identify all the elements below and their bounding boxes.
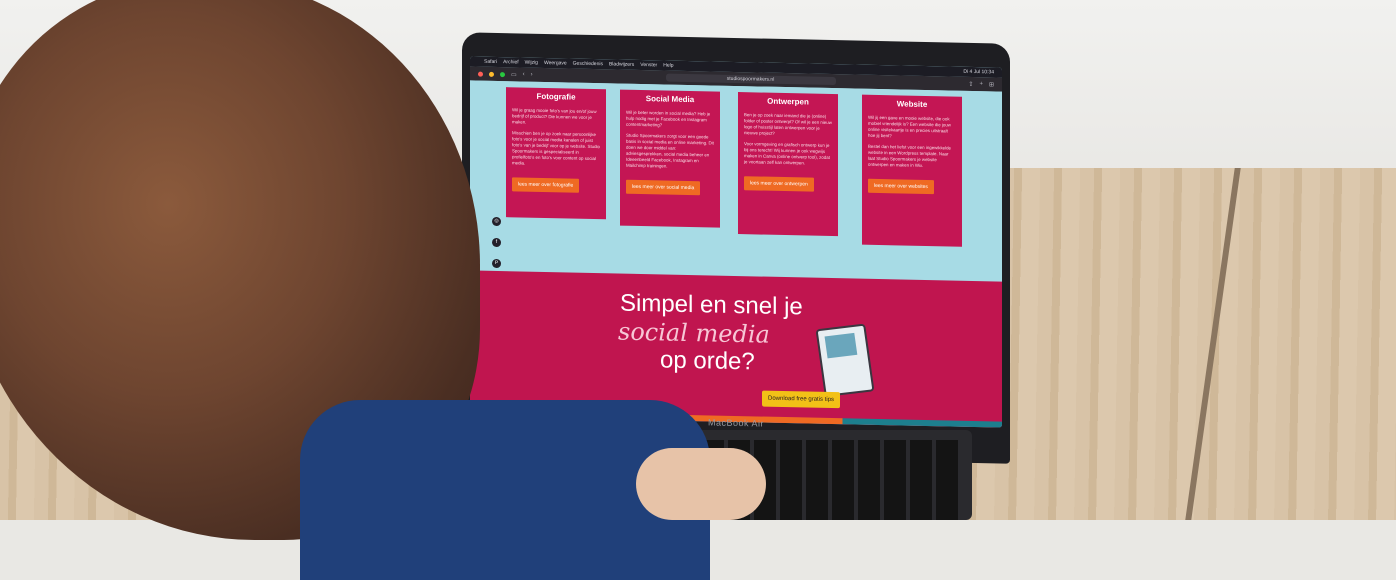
close-window-button[interactable] [478,71,483,77]
fotografie-cta-button[interactable]: lees meer over fotografie [512,177,580,193]
menubar-clock: Di 4 Jul 10:34 [963,68,994,76]
download-tips-button[interactable]: Download free gratis tips [762,390,841,409]
facebook-icon[interactable]: f [492,237,501,248]
sidebar-icon[interactable]: ▭ [511,71,517,78]
tablet-mockup-image [815,323,875,398]
card-text: Ben je op zoek naar iemand die je (onlin… [744,112,832,136]
share-icon[interactable]: ⇪ [968,80,973,87]
menu-item[interactable]: Safari [484,59,497,65]
card-title: Social Media [645,94,695,105]
laptop-screen: Safari Archief Wijzig Weergave Geschiede… [470,56,1002,428]
menu-item[interactable]: Venster [640,62,657,68]
service-card-ontwerpen: Ontwerpen Ben je op zoek naar iemand die… [738,92,838,237]
forward-icon[interactable]: › [531,72,533,78]
instagram-icon[interactable]: ◎ [492,216,501,227]
card-text: Bestel dan het liefst voor een ingewikke… [868,143,951,168]
card-text: Voor vormgeving en grafisch ontwerp kun … [744,141,830,166]
service-card-social-media: Social Media Wil je beter worden in soci… [620,89,720,228]
social-media-cta-button[interactable]: lees meer over social media [626,179,701,196]
menu-item[interactable]: Bladwijzers [609,61,634,68]
service-card-website: Website Wil jij een gave en mooie websit… [862,94,962,247]
promo-heading-line1: Simpel en snel je [620,289,803,321]
card-text: Studio Spoormakers zorgt voor een goede … [626,132,714,169]
tabs-overview-icon[interactable]: ⊞ [989,81,994,88]
menu-item[interactable]: Weergave [544,60,567,66]
minimize-window-button[interactable] [489,71,494,77]
address-bar[interactable]: studiospoormakers.nl [665,73,836,86]
ontwerpen-cta-button[interactable]: lees meer over ontwerpen [744,176,814,192]
person-hand [636,448,766,520]
back-icon[interactable]: ‹ [523,72,525,78]
card-title: Website [896,99,928,110]
services-section: Fotografie Wil je graag mooie foto's van… [470,80,1002,290]
menu-item[interactable]: Geschiedenis [573,61,603,68]
card-text: Wil je graag mooie foto's van jou en/of … [512,107,597,125]
card-text: Misschien ben je op zoek naar persoonlij… [512,130,600,166]
new-tab-icon[interactable]: + [979,81,983,87]
website-cta-button[interactable]: lees meer over websites [868,178,934,195]
menu-item[interactable]: Archief [503,59,519,65]
card-text: Wil jij een gave en mooie website, die o… [868,114,951,139]
service-card-fotografie: Fotografie Wil je graag mooie foto's van… [506,87,606,220]
menu-item[interactable]: Wijzig [525,60,538,66]
pinterest-icon[interactable]: P [492,258,501,269]
menu-item[interactable]: Help [663,62,673,68]
card-text: Wil je beter worden in social media? Heb… [626,109,711,128]
card-title: Fotografie [536,91,576,102]
promo-heading-line2: op orde? [660,346,755,376]
card-title: Ontwerpen [767,96,809,107]
zoom-window-button[interactable] [500,71,505,77]
promo-heading-script: social media [618,317,770,349]
